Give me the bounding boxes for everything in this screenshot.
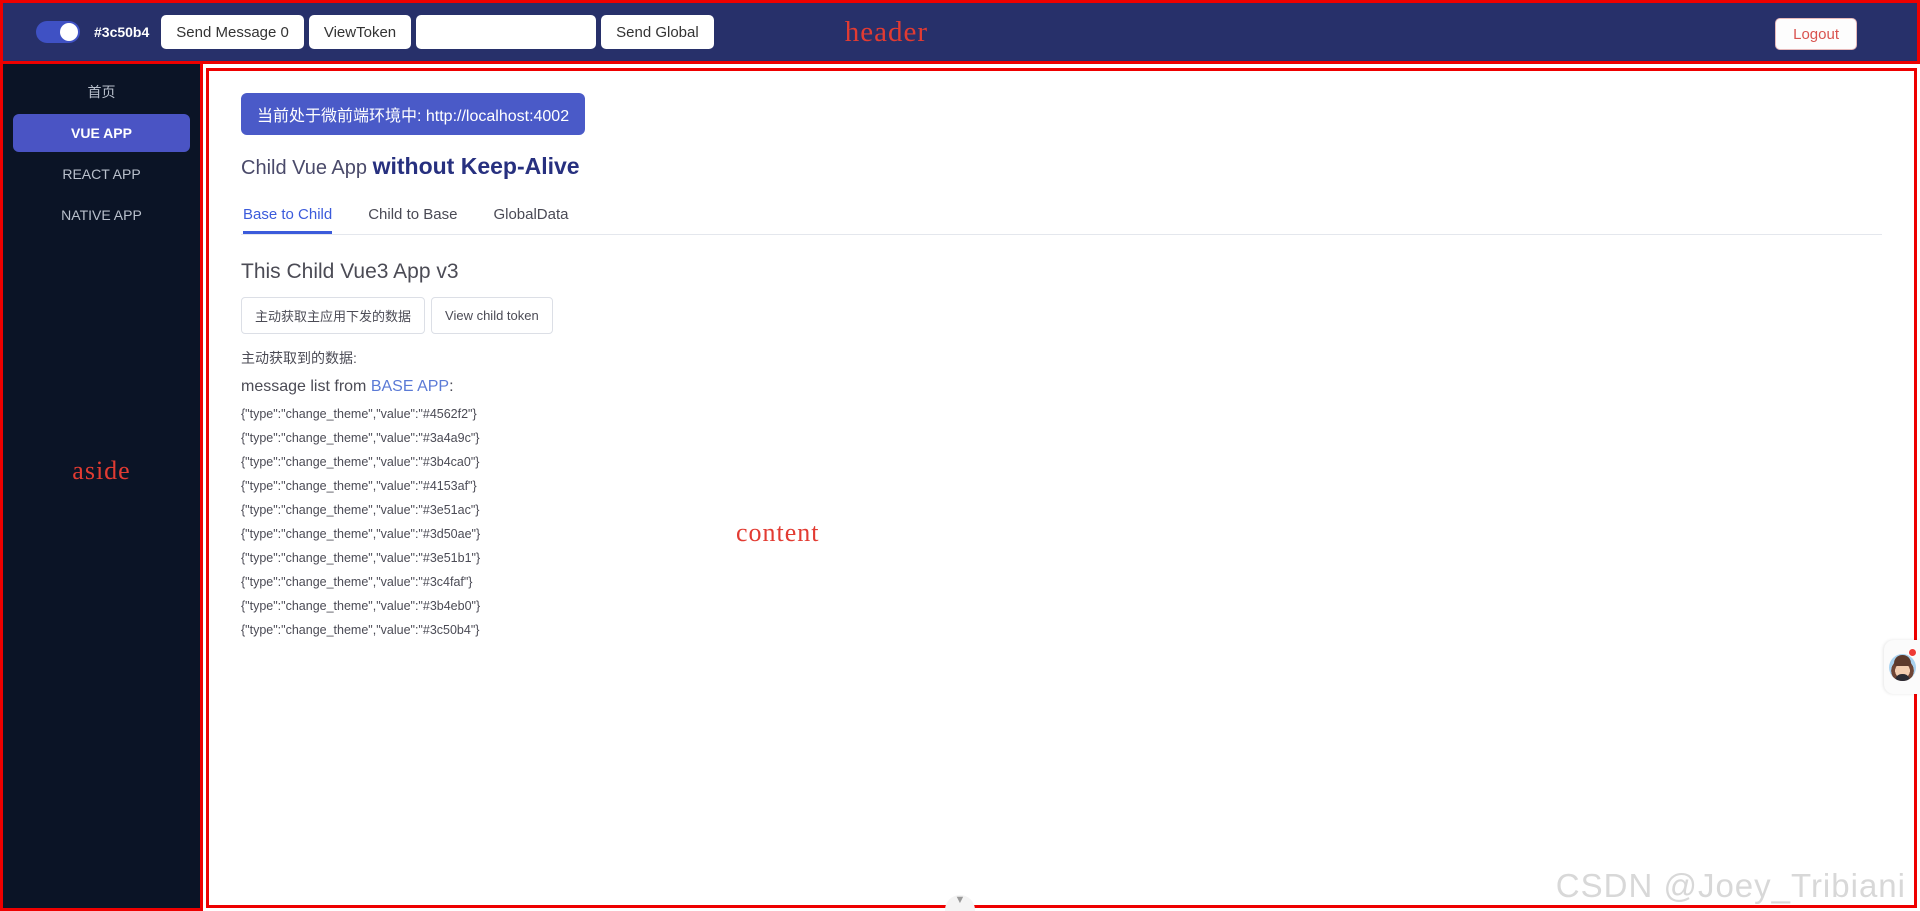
tab-bar: Base to Child Child to Base GlobalData <box>241 206 1882 235</box>
sidebar-item-react-app[interactable]: REACT APP <box>13 155 190 193</box>
view-token-button[interactable]: ViewToken <box>308 15 412 49</box>
send-global-button[interactable]: Send Global <box>601 15 714 49</box>
header-region-tag: header <box>844 15 928 48</box>
avatar-widget[interactable] <box>1884 640 1920 694</box>
page-title-strong: without Keep-Alive <box>372 153 580 179</box>
watermark-text: CSDN @Joey_Tribiani <box>1555 867 1906 904</box>
fetched-data-label: 主动获取到的数据: <box>241 350 357 366</box>
action-button-row: 主动获取主应用下发的数据 View child token <box>241 297 1882 334</box>
list-item: {"type":"change_theme","value":"#3b4eb0"… <box>241 599 481 613</box>
header-bar: #3c50b4 Send Message 0 ViewToken Send Gl… <box>0 0 1920 64</box>
list-item: {"type":"change_theme","value":"#4153af"… <box>241 479 477 493</box>
logout-button[interactable]: Logout <box>1775 18 1857 50</box>
tab-globaldata[interactable]: GlobalData <box>493 206 568 234</box>
theme-toggle-knob <box>60 23 78 41</box>
list-item: {"type":"change_theme","value":"#3e51ac"… <box>241 503 480 517</box>
sidebar-menu: 首页 VUE APP REACT APP NATIVE APP <box>3 64 200 234</box>
content-region-tag: content <box>736 518 820 547</box>
tab-base-to-child[interactable]: Base to Child <box>243 206 332 234</box>
message-heading-prefix: message list from <box>241 378 371 395</box>
message-heading-suffix: : <box>449 378 454 395</box>
list-item: {"type":"change_theme","value":"#3a4a9c"… <box>241 431 480 445</box>
user-avatar-icon <box>1888 653 1916 681</box>
section-title: This Child Vue3 App v3 <box>241 260 459 283</box>
environment-banner: 当前处于微前端环境中: http://localhost:4002 <box>241 93 586 135</box>
sidebar-item-home[interactable]: 首页 <box>13 73 190 111</box>
theme-toggle[interactable] <box>36 21 80 43</box>
tab-child-to-base[interactable]: Child to Base <box>368 206 457 234</box>
list-item: {"type":"change_theme","value":"#3d50ae"… <box>241 527 481 541</box>
send-message-button[interactable]: Send Message 0 <box>161 15 304 49</box>
sidebar-item-native-app[interactable]: NATIVE APP <box>13 196 190 234</box>
list-item: {"type":"change_theme","value":"#4562f2"… <box>241 407 477 421</box>
page-title-prefix: Child Vue App <box>241 157 373 179</box>
global-message-input[interactable] <box>416 15 597 49</box>
content-area: content 当前处于微前端环境中: http://localhost:400… <box>206 68 1917 908</box>
list-item: {"type":"change_theme","value":"#3b4ca0"… <box>241 455 480 469</box>
content-inner: 当前处于微前端环境中: http://localhost:4002 Child … <box>209 71 1914 664</box>
sidebar-item-vue-app[interactable]: VUE APP <box>13 114 190 152</box>
list-item: {"type":"change_theme","value":"#3e51b1"… <box>241 551 481 565</box>
list-item: {"type":"change_theme","value":"#3c50b4"… <box>241 623 480 637</box>
message-list: {"type":"change_theme","value":"#4562f2"… <box>241 402 1882 642</box>
base-app-link[interactable]: BASE APP <box>371 378 449 395</box>
message-list-heading: message list from BASE APP: <box>241 378 1882 396</box>
app-root: #3c50b4 Send Message 0 ViewToken Send Gl… <box>0 0 1920 911</box>
list-item: {"type":"change_theme","value":"#3c4faf"… <box>241 575 473 589</box>
aside-region-tag: aside <box>72 456 131 485</box>
theme-hex-label: #3c50b4 <box>94 24 150 40</box>
fetch-base-data-button[interactable]: 主动获取主应用下发的数据 <box>241 297 426 334</box>
view-child-token-button[interactable]: View child token <box>431 297 553 334</box>
page-title: Child Vue App without Keep-Alive <box>241 153 1882 180</box>
sidebar: 首页 VUE APP REACT APP NATIVE APP aside <box>0 64 203 911</box>
chevron-down-icon: ▼ <box>954 894 966 906</box>
notification-badge-icon <box>1908 648 1917 657</box>
